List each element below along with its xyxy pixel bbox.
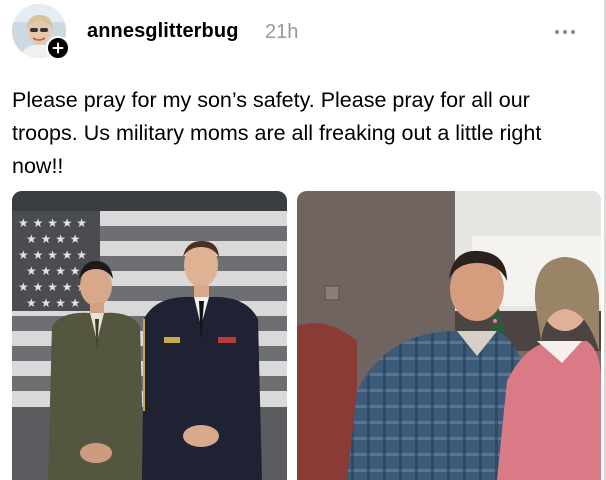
post-body-text: Please pray for my son’s safety. Please … (12, 88, 542, 178)
more-dots-icon (555, 30, 575, 34)
post-timestamp[interactable]: 21h (265, 21, 298, 44)
svg-text:★ ★ ★ ★ ★: ★ ★ ★ ★ ★ (18, 248, 87, 262)
family-photo (297, 191, 601, 480)
plus-icon (52, 42, 64, 54)
username-link[interactable]: annesglitterbug (87, 20, 239, 43)
more-options-button[interactable] (550, 24, 580, 40)
svg-text:★ ★ ★ ★: ★ ★ ★ ★ (26, 264, 80, 278)
follow-button[interactable] (46, 36, 70, 60)
soldiers-flag-photo: ★ ★ ★ ★ ★ ★ ★ ★ ★ ★ ★ ★ ★ ★ ★ ★ ★ ★ ★ ★ … (12, 191, 287, 480)
svg-text:★ ★ ★ ★ ★: ★ ★ ★ ★ ★ (18, 280, 87, 294)
avatar-group[interactable] (12, 4, 70, 60)
svg-text:★ ★ ★ ★: ★ ★ ★ ★ (26, 296, 80, 310)
post-image-2[interactable] (297, 191, 601, 480)
post-image-1[interactable]: ★ ★ ★ ★ ★ ★ ★ ★ ★ ★ ★ ★ ★ ★ ★ ★ ★ ★ ★ ★ … (12, 191, 287, 480)
thread-post: annesglitterbug 21h Please pray for my s… (0, 0, 606, 480)
svg-text:★ ★ ★ ★: ★ ★ ★ ★ (26, 232, 80, 246)
svg-text:★ ★ ★ ★ ★: ★ ★ ★ ★ ★ (18, 216, 87, 230)
